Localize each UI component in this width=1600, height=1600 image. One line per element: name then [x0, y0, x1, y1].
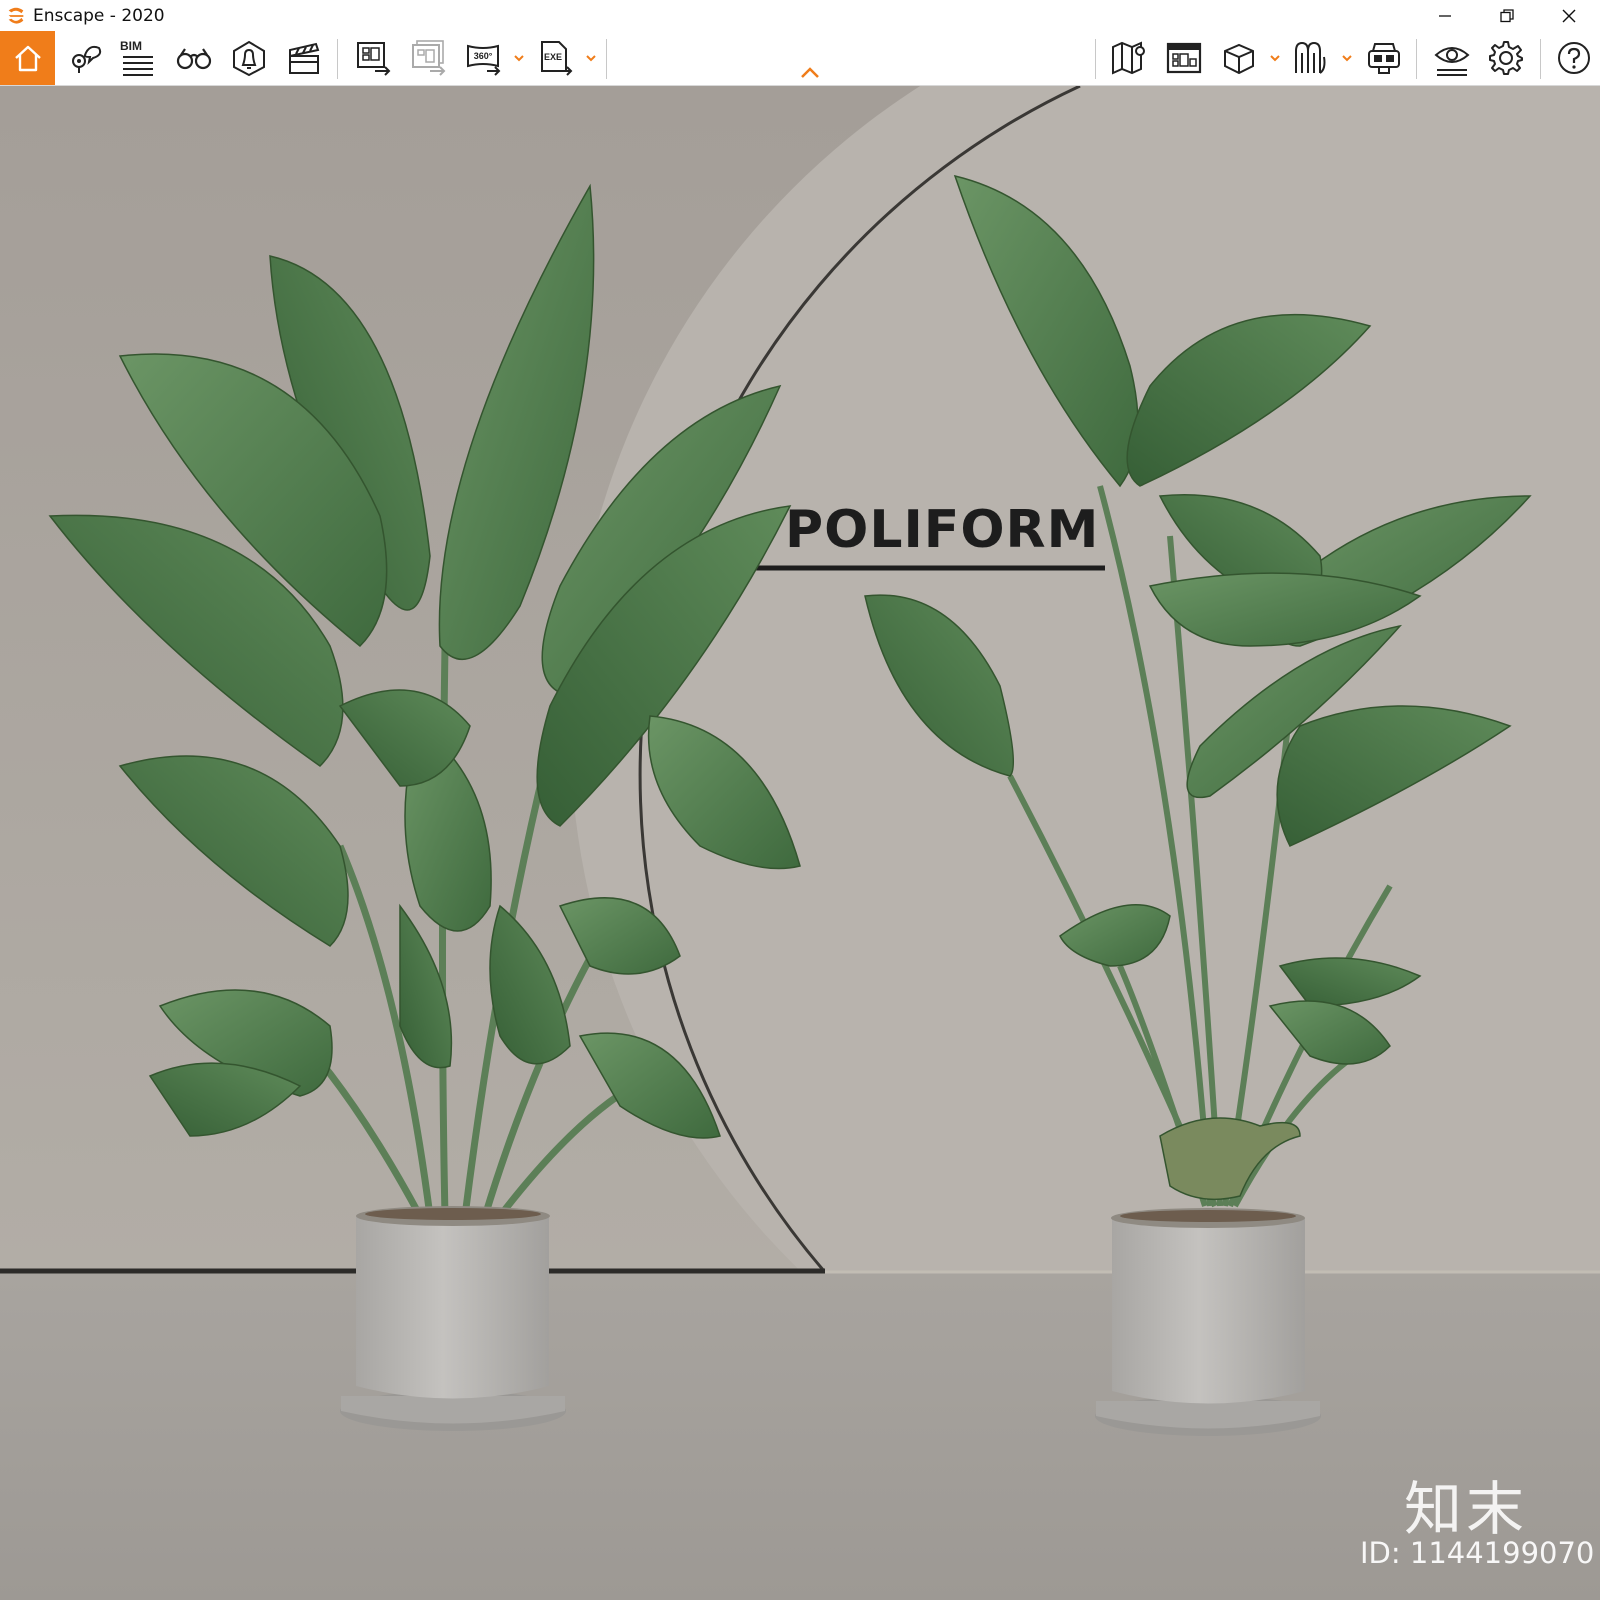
asset-dropdown[interactable]	[1268, 49, 1282, 67]
help-icon	[1558, 42, 1590, 74]
left-pot	[340, 1206, 566, 1431]
title-bar: Enscape - 2020	[0, 0, 1600, 31]
asset-library-button[interactable]	[1215, 31, 1263, 85]
minimize-button[interactable]	[1414, 0, 1476, 31]
restore-icon	[1500, 8, 1514, 22]
chevron-down-icon	[1270, 55, 1280, 62]
batch-export-icon	[412, 40, 446, 76]
svg-text:EXE: EXE	[544, 52, 562, 62]
binoculars-button[interactable]	[170, 31, 218, 85]
window-title: Enscape - 2020	[33, 5, 165, 26]
toolbar-separator	[1095, 39, 1096, 79]
restore-button[interactable]	[1476, 0, 1538, 31]
watermark-logo: 知末	[1404, 1475, 1529, 1543]
bell-icon	[233, 40, 265, 77]
exe-dropdown[interactable]	[584, 49, 598, 67]
bim-info-button[interactable]	[1160, 31, 1208, 85]
help-button[interactable]	[1550, 31, 1598, 85]
export-screenshot-icon	[357, 42, 391, 76]
render-settings-button[interactable]	[225, 31, 273, 85]
watermark-id: ID: 1144199070	[1360, 1536, 1595, 1570]
wall-brand-text: POLIFORM	[785, 500, 1100, 560]
panorama-dropdown[interactable]	[512, 49, 526, 67]
panorama-360-icon: 360°	[467, 44, 501, 76]
minimize-icon	[1439, 14, 1451, 17]
exe-export-icon: EXE	[541, 41, 573, 76]
collapse-toolbar-icon[interactable]	[797, 64, 823, 82]
export-exe-button[interactable]: EXE	[532, 31, 580, 85]
clapperboard-icon	[289, 42, 320, 74]
enscape-logo-icon	[8, 7, 24, 24]
map-button[interactable]	[1105, 31, 1153, 85]
views-button[interactable]	[62, 31, 110, 85]
location-pin-icon	[72, 45, 102, 73]
toolbar-separator	[1540, 39, 1541, 79]
eye-settings-icon	[1434, 47, 1470, 76]
scene-render	[0, 86, 1600, 1600]
batch-export-button[interactable]	[405, 31, 453, 85]
close-button[interactable]	[1538, 0, 1600, 31]
export-panorama-button[interactable]: 360°	[460, 31, 508, 85]
toolbar-separator	[337, 39, 338, 79]
map-icon	[1112, 41, 1145, 75]
material-dropdown[interactable]	[1340, 49, 1354, 67]
chevron-down-icon	[1342, 55, 1352, 62]
toolbar-separator	[606, 39, 607, 79]
render-viewport[interactable]: POLIFORM 知末 ID: 1144199070	[0, 86, 1600, 1600]
home-icon	[14, 45, 41, 72]
bim-panel-icon	[1166, 42, 1202, 74]
settings-button[interactable]	[1482, 31, 1530, 85]
right-pot	[1095, 1208, 1321, 1436]
material-icon	[1295, 41, 1326, 74]
cube-icon	[1224, 43, 1254, 75]
export-screenshot-button[interactable]	[350, 31, 398, 85]
vr-headset-icon	[1368, 43, 1400, 74]
material-editor-button[interactable]	[1287, 31, 1335, 85]
home-button[interactable]	[0, 31, 55, 85]
binoculars-icon	[176, 48, 212, 70]
visual-settings-button[interactable]	[1428, 31, 1476, 85]
gear-icon	[1489, 41, 1523, 75]
close-icon	[1562, 9, 1576, 22]
chevron-down-icon	[586, 55, 596, 62]
bim-label: BIM	[120, 39, 142, 53]
toolbar-separator	[1416, 39, 1417, 79]
video-button[interactable]	[280, 31, 328, 85]
chevron-down-icon	[514, 55, 524, 62]
vr-button[interactable]	[1360, 31, 1408, 85]
svg-text:360°: 360°	[474, 51, 493, 61]
